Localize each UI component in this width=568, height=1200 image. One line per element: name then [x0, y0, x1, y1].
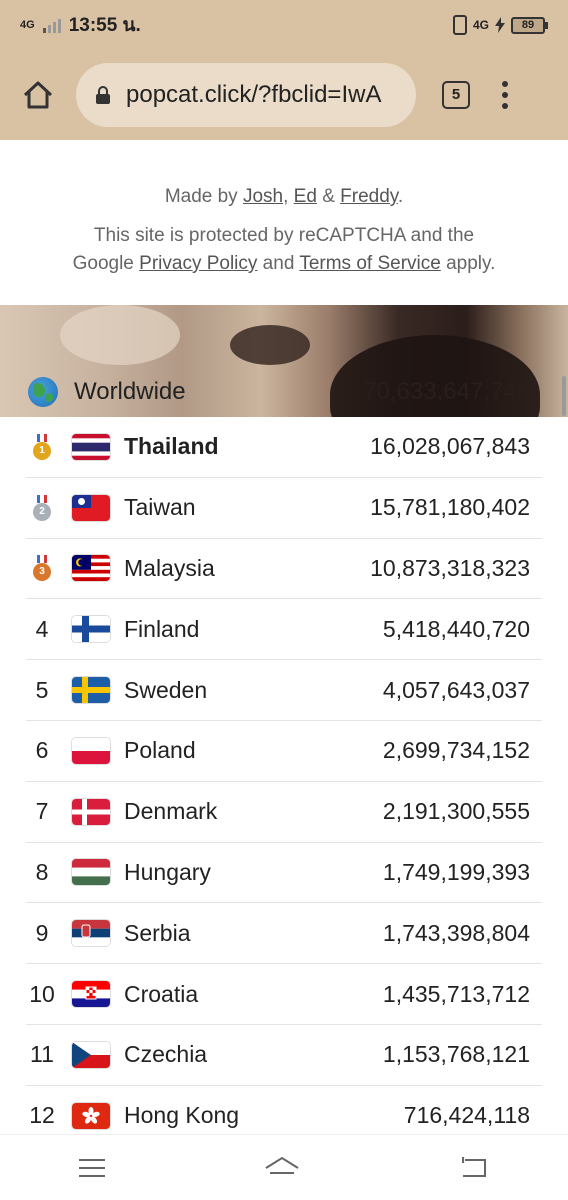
network-type: 4G: [20, 19, 35, 31]
leaderboard-row[interactable]: 6 Poland 2,699,734,152: [26, 721, 542, 782]
worldwide-label: Worldwide: [74, 378, 186, 405]
rank-number: 6: [35, 737, 49, 764]
url-bar[interactable]: popcat.click/?fbclid=IwA: [76, 63, 416, 127]
leaderboard-row[interactable]: 9 Serbia 1,743,398,804: [26, 903, 542, 965]
home-nav-icon[interactable]: [263, 1155, 301, 1181]
signal-icon: [42, 17, 61, 33]
leaderboard-row[interactable]: 1 Thailand 16,028,067,843: [26, 417, 542, 478]
author-link-ed[interactable]: Ed: [294, 186, 317, 207]
leaderboard: 1 Thailand 16,028,067,843 2 Taiwan 15,78…: [26, 417, 542, 1147]
country-score: 1,153,768,121: [382, 1041, 530, 1068]
country-score: 716,424,118: [403, 1102, 530, 1129]
scrollbar[interactable]: [562, 376, 566, 416]
terms-of-service-link[interactable]: Terms of Service: [299, 253, 440, 274]
flag-hong-kong-icon: [72, 1102, 110, 1129]
credits-section: Made by Josh, Ed & Freddy. This site is …: [0, 140, 568, 305]
leaderboard-row[interactable]: 7 Denmark 2,191,300,555: [26, 782, 542, 843]
country-score: 2,699,734,152: [382, 737, 530, 764]
flag-sweden-icon: [72, 677, 110, 704]
rank-number: 8: [35, 858, 49, 885]
bronze-medal-icon: 3: [26, 555, 58, 582]
country-score: 4,057,643,037: [382, 676, 530, 703]
rank-number: 10: [29, 980, 55, 1007]
flag-thailand-icon: [72, 433, 110, 460]
leaderboard-row[interactable]: 4 Finland 5,418,440,720: [26, 599, 542, 661]
worldwide-total: 70,633,647,746: [363, 378, 530, 405]
author-link-freddy[interactable]: Freddy: [340, 186, 398, 207]
flag-poland-icon: [72, 737, 110, 764]
rank-number: 4: [35, 615, 49, 642]
country-score: 16,028,067,843: [370, 433, 530, 460]
flag-serbia-icon: [72, 920, 110, 947]
author-link-josh[interactable]: Josh: [243, 186, 283, 207]
country-name: Hong Kong: [124, 1102, 240, 1129]
flag-malaysia-icon: [72, 555, 110, 582]
country-name: Hungary: [124, 858, 211, 885]
clock: 13:55 น.: [68, 15, 141, 36]
flag-denmark-icon: [72, 798, 110, 825]
url-text: popcat.click/?fbclid=IwA: [126, 81, 382, 108]
gold-medal-icon: 1: [26, 433, 58, 460]
leaderboard-row[interactable]: 2 Taiwan 15,781,180,402: [26, 478, 542, 539]
leaderboard-row[interactable]: 11 Czechia 1,153,768,121: [26, 1025, 542, 1086]
country-score: 10,873,318,323: [370, 554, 530, 581]
rank-number: 9: [35, 919, 49, 946]
country-name: Croatia: [124, 980, 199, 1007]
silver-medal-icon: 2: [26, 494, 58, 521]
country-score: 15,781,180,402: [370, 494, 530, 521]
status-left: 4G 13:55 น.: [20, 10, 141, 40]
lock-icon: [96, 86, 110, 104]
country-name: Taiwan: [124, 494, 196, 521]
country-score: 1,743,398,804: [382, 919, 530, 946]
rank-number: 12: [29, 1102, 55, 1129]
country-name: Czechia: [124, 1041, 208, 1068]
country-name: Finland: [124, 615, 200, 642]
flag-hungary-icon: [72, 859, 110, 886]
leaderboard-row[interactable]: 5 Sweden 4,057,643,037: [26, 660, 542, 721]
overflow-menu-icon[interactable]: [502, 81, 508, 109]
leaderboard-header-cat-image: Worldwide 70,633,647,746: [0, 305, 568, 417]
made-by-text: Made by Josh, Ed & Freddy.: [164, 186, 404, 207]
leaderboard-row[interactable]: 10 Croatia 1,435,713,712: [26, 964, 542, 1025]
country-name: Thailand: [124, 433, 219, 460]
home-icon: [23, 81, 53, 109]
country-score: 5,418,440,720: [382, 615, 530, 642]
country-score: 1,749,199,393: [382, 858, 530, 885]
country-name: Malaysia: [124, 554, 215, 581]
recents-menu-icon[interactable]: [79, 1158, 105, 1177]
tabs-button[interactable]: 5: [442, 81, 470, 109]
country-score: 2,191,300,555: [382, 798, 530, 825]
status-bar: 4G 13:55 น. 4G 89: [0, 0, 568, 50]
country-name: Denmark: [124, 798, 218, 825]
vibrate-icon: [452, 15, 467, 35]
home-button[interactable]: [20, 77, 56, 113]
battery-level: 89: [511, 16, 545, 34]
flag-finland-icon: [72, 616, 110, 643]
country-score: 1,435,713,712: [382, 980, 530, 1007]
leaderboard-row[interactable]: 3 Malaysia 10,873,318,323: [26, 539, 542, 600]
back-icon[interactable]: [459, 1156, 489, 1180]
rank-number: 11: [30, 1041, 54, 1068]
rank-number: 7: [35, 798, 49, 825]
privacy-policy-link[interactable]: Privacy Policy: [139, 253, 257, 274]
charging-icon: [495, 17, 505, 33]
rank-number: 5: [35, 676, 49, 703]
flag-czechia-icon: [72, 1041, 110, 1068]
flag-croatia-icon: [72, 981, 110, 1008]
country-name: Sweden: [124, 676, 208, 703]
status-right: 4G 89: [452, 15, 548, 35]
battery-icon: 89: [511, 16, 548, 34]
network-type-right: 4G: [472, 18, 489, 32]
country-name: Poland: [124, 737, 196, 764]
flag-taiwan-icon: [72, 494, 110, 521]
globe-icon: [28, 377, 58, 407]
browser-toolbar: popcat.click/?fbclid=IwA 5: [0, 50, 568, 140]
worldwide-row[interactable]: Worldwide 70,633,647,746: [0, 367, 568, 417]
system-nav-bar: [0, 1134, 568, 1200]
country-name: Serbia: [124, 919, 191, 946]
recaptcha-notice: This site is protected by reCAPTCHA and …: [72, 225, 496, 274]
leaderboard-row[interactable]: 8 Hungary 1,749,199,393: [26, 843, 542, 904]
